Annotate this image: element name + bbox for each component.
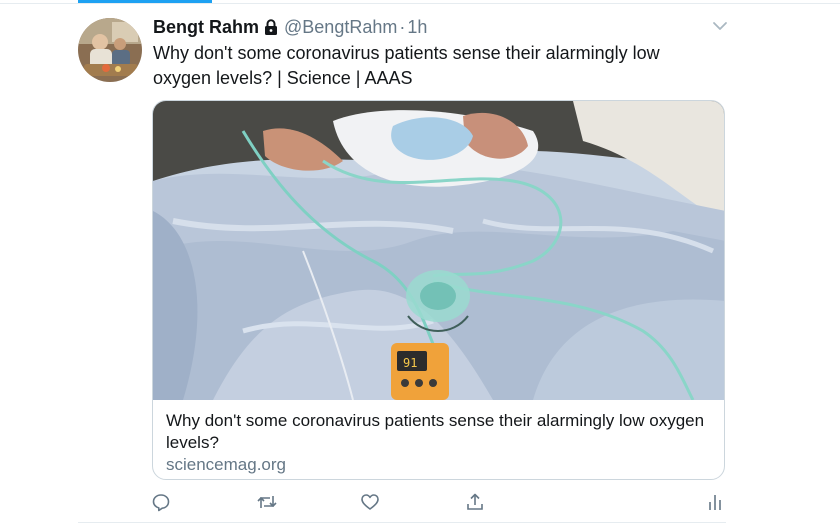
lock-icon — [264, 19, 278, 35]
chevron-down-icon[interactable] — [711, 19, 729, 33]
timestamp[interactable]: 1h — [407, 17, 427, 38]
card-domain: sciencemag.org — [166, 455, 287, 474]
card-image[interactable]: 91 — [153, 101, 724, 400]
avatar[interactable] — [78, 18, 142, 82]
divider — [0, 3, 840, 4]
tweet-header: Bengt Rahm @BengtRahm · 1h — [153, 15, 427, 39]
author-name[interactable]: Bengt Rahm — [153, 17, 259, 38]
heart-icon[interactable] — [358, 490, 382, 514]
oximeter-reading: 91 — [403, 356, 417, 370]
tweet-actions — [152, 490, 724, 514]
card-text[interactable]: Why don't some coronavirus patients sens… — [153, 401, 724, 479]
reply-icon[interactable] — [149, 490, 173, 514]
author-handle[interactable]: @BengtRahm — [284, 17, 397, 38]
divider — [78, 522, 726, 523]
separator-dot: · — [399, 16, 406, 37]
retweet-icon[interactable] — [255, 490, 279, 514]
analytics-icon[interactable] — [703, 490, 727, 514]
tweet-text: Why don't some coronavirus patients sens… — [153, 43, 660, 88]
link-card[interactable]: 91 Why don't some coronavirus patients s… — [152, 100, 725, 480]
share-icon[interactable] — [463, 490, 487, 514]
card-title: Why don't some coronavirus patients sens… — [166, 411, 705, 452]
